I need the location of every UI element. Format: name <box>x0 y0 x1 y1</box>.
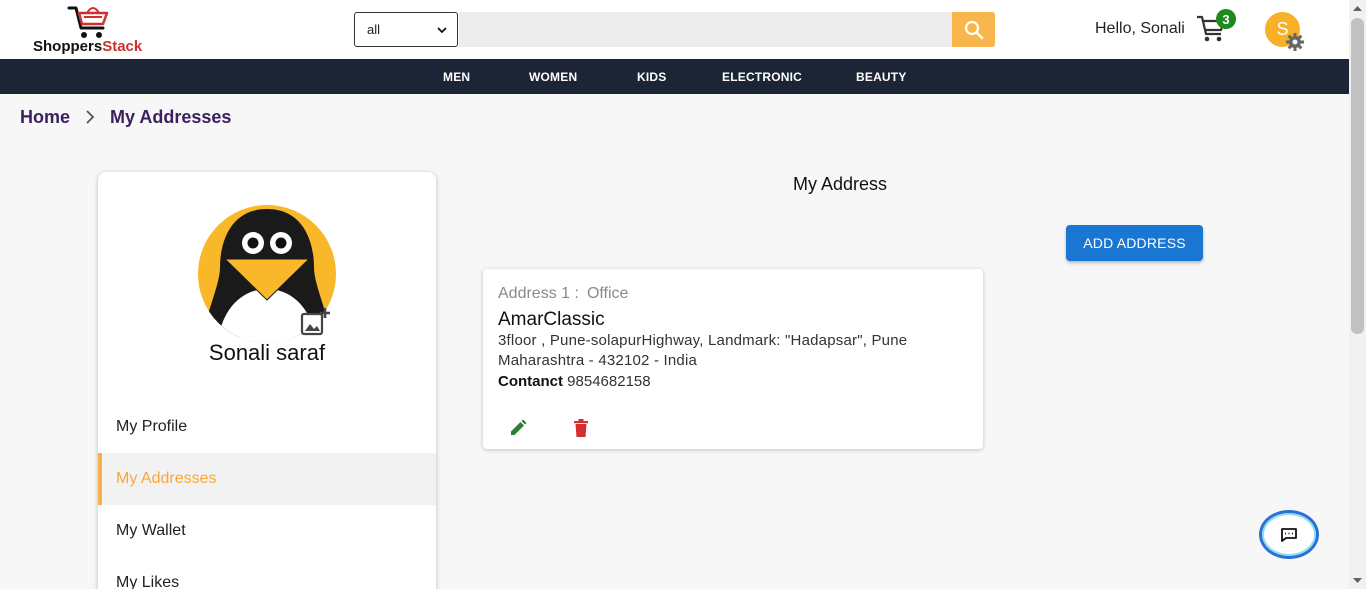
top-header: ShoppersStack all Hello, Sonali 3 S <box>0 0 1349 59</box>
user-greeting: Hello, Sonali <box>1095 20 1185 37</box>
address-label: Address 1 : Office <box>498 285 628 303</box>
search-category-value: all <box>367 22 381 37</box>
address-type: Office <box>586 285 629 302</box>
nav-item-kids[interactable]: KIDS <box>637 70 666 84</box>
search-icon <box>964 20 983 39</box>
contact-value: 9854682158 <box>567 373 651 390</box>
address-card: Address 1 : Office AmarClassic 3floor , P… <box>483 269 983 449</box>
chevron-down-icon <box>437 26 447 33</box>
gear-icon[interactable] <box>1285 32 1305 52</box>
sidebar-item-my-likes[interactable]: My Likes <box>98 557 436 589</box>
sidebar-item-my-profile[interactable]: My Profile <box>98 401 436 453</box>
nav-item-women[interactable]: WOMEN <box>529 70 577 84</box>
chat-button[interactable] <box>1259 510 1319 559</box>
trash-icon[interactable] <box>573 419 589 437</box>
cart-count-badge: 3 <box>1216 9 1236 29</box>
nav-item-electronic[interactable]: ELECTRONIC <box>722 70 802 84</box>
address-number: Address 1 : <box>498 285 579 302</box>
address-line-1: 3floor , Pune-solapurHighway, Landmark: … <box>498 332 908 349</box>
address-line-2: Maharashtra - 432102 - India <box>498 352 698 369</box>
chat-icon <box>1281 527 1297 542</box>
brand-name: ShoppersStack <box>33 38 143 55</box>
category-nav: MEN WOMEN KIDS ELECTRONIC BEAUTY <box>0 59 1349 94</box>
scrollbar-thumb[interactable] <box>1351 18 1364 334</box>
search-input[interactable] <box>459 12 952 47</box>
profile-sidebar: Sonali saraf My Profile My Addresses My … <box>98 172 436 589</box>
sidebar-item-my-addresses[interactable]: My Addresses <box>98 453 436 505</box>
nav-item-beauty[interactable]: BEAUTY <box>856 70 907 84</box>
search-button[interactable] <box>952 12 995 47</box>
nav-item-men[interactable]: MEN <box>443 70 470 84</box>
scroll-down-arrow-icon[interactable] <box>1352 575 1363 585</box>
breadcrumb-current: My Addresses <box>110 107 232 127</box>
address-name: AmarClassic <box>498 309 605 330</box>
contact-label: Contanct <box>498 373 563 390</box>
logo-cart-icon <box>67 6 109 38</box>
address-contact: Contanct 9854682158 <box>498 373 651 390</box>
search-category-select[interactable]: all <box>354 12 458 47</box>
add-address-button[interactable]: ADD ADDRESS <box>1066 225 1203 261</box>
pencil-icon[interactable] <box>509 419 527 437</box>
page-title: My Address <box>793 174 888 194</box>
user-name: Sonali saraf <box>208 340 326 365</box>
chevron-right-icon <box>86 110 95 124</box>
shoppersstack-logo[interactable]: ShoppersStack <box>33 4 163 56</box>
sidebar-item-my-wallet[interactable]: My Wallet <box>98 505 436 557</box>
scroll-up-arrow-icon[interactable] <box>1352 4 1363 14</box>
breadcrumb-home[interactable]: Home <box>20 107 70 128</box>
add-photo-icon[interactable] <box>299 306 331 338</box>
